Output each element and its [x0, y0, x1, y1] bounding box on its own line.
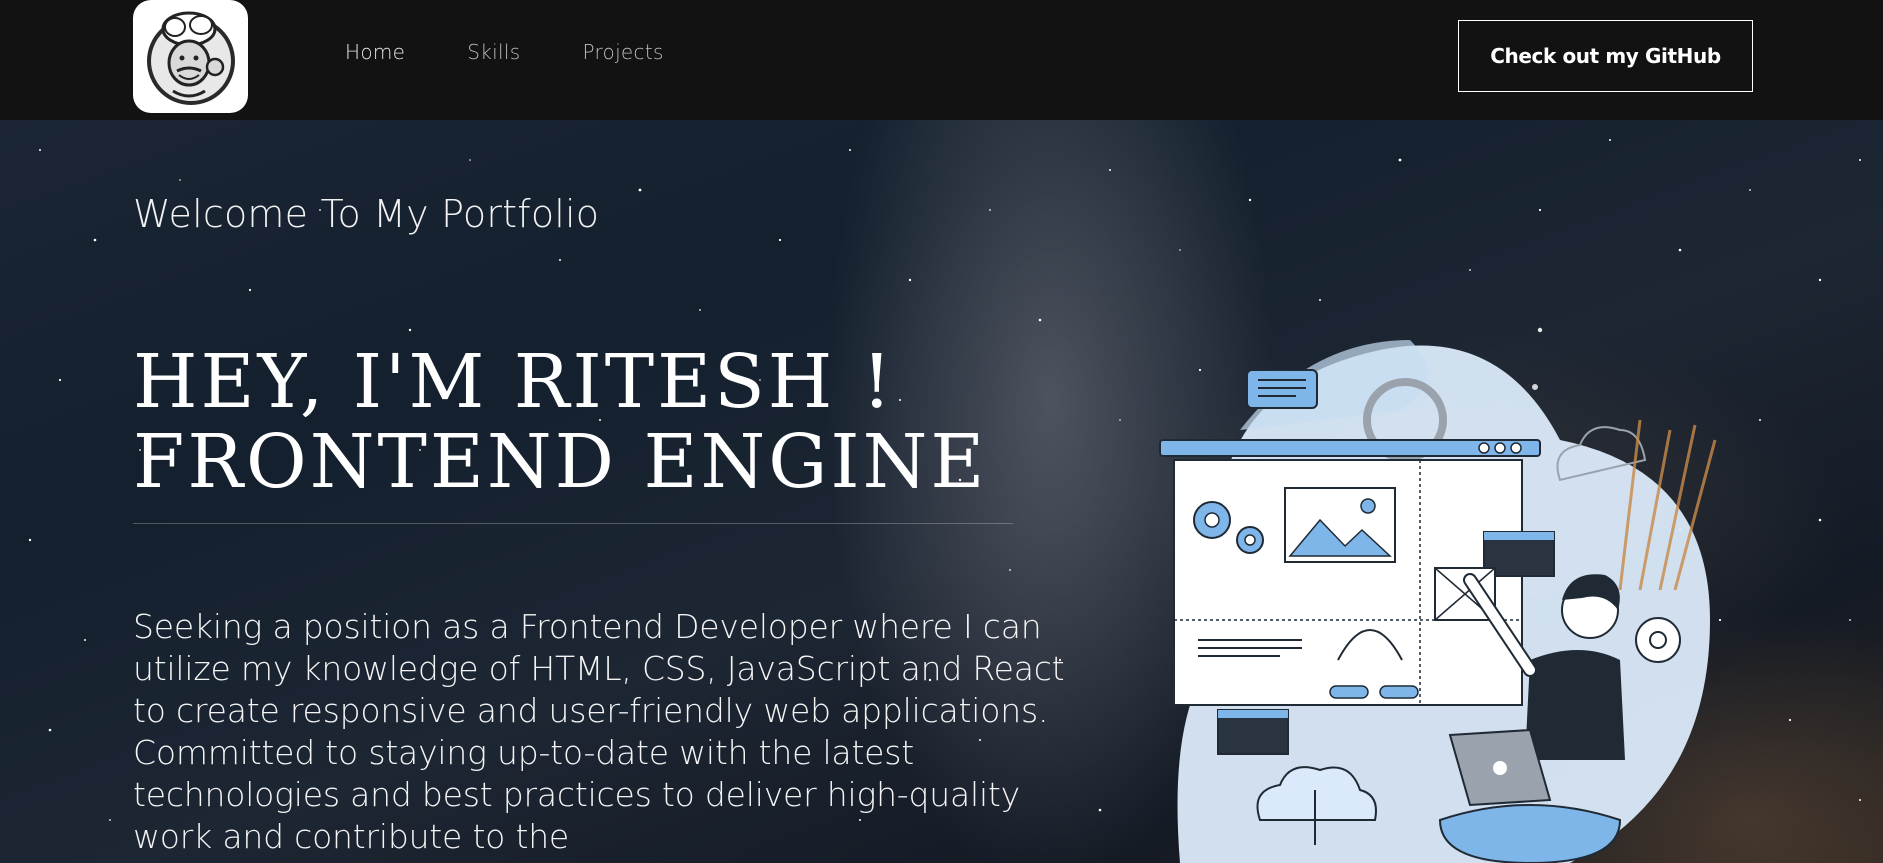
developer-illustration [1159, 340, 1710, 863]
hero-headline: HEY, I'M RITESH ! FRONTEND ENGINE [133, 342, 987, 502]
headline-line-1: HEY, I'M RITESH ! [133, 339, 895, 425]
light-streaks [1618, 419, 1717, 590]
chef-avatar-logo[interactable] [133, 0, 248, 113]
nav-link-projects[interactable]: Projects [582, 40, 663, 64]
headline-divider [133, 523, 1013, 524]
github-button[interactable]: Check out my GitHub [1458, 20, 1753, 92]
hero-section: Welcome To My Portfolio HEY, I'M RITESH … [0, 120, 1883, 863]
chef-avatar-icon [146, 11, 235, 105]
nav-links: Home Skills Projects [345, 40, 726, 64]
navbar: Home Skills Projects Check out my GitHub [0, 0, 1883, 120]
nav-link-skills[interactable]: Skills [467, 40, 520, 64]
hero-tagline: Welcome To My Portfolio [133, 192, 600, 236]
headline-line-2: FRONTEND ENGINE [133, 419, 988, 505]
nav-link-home[interactable]: Home [345, 40, 405, 64]
hero-summary: Seeking a position as a Frontend Develop… [133, 607, 1065, 856]
